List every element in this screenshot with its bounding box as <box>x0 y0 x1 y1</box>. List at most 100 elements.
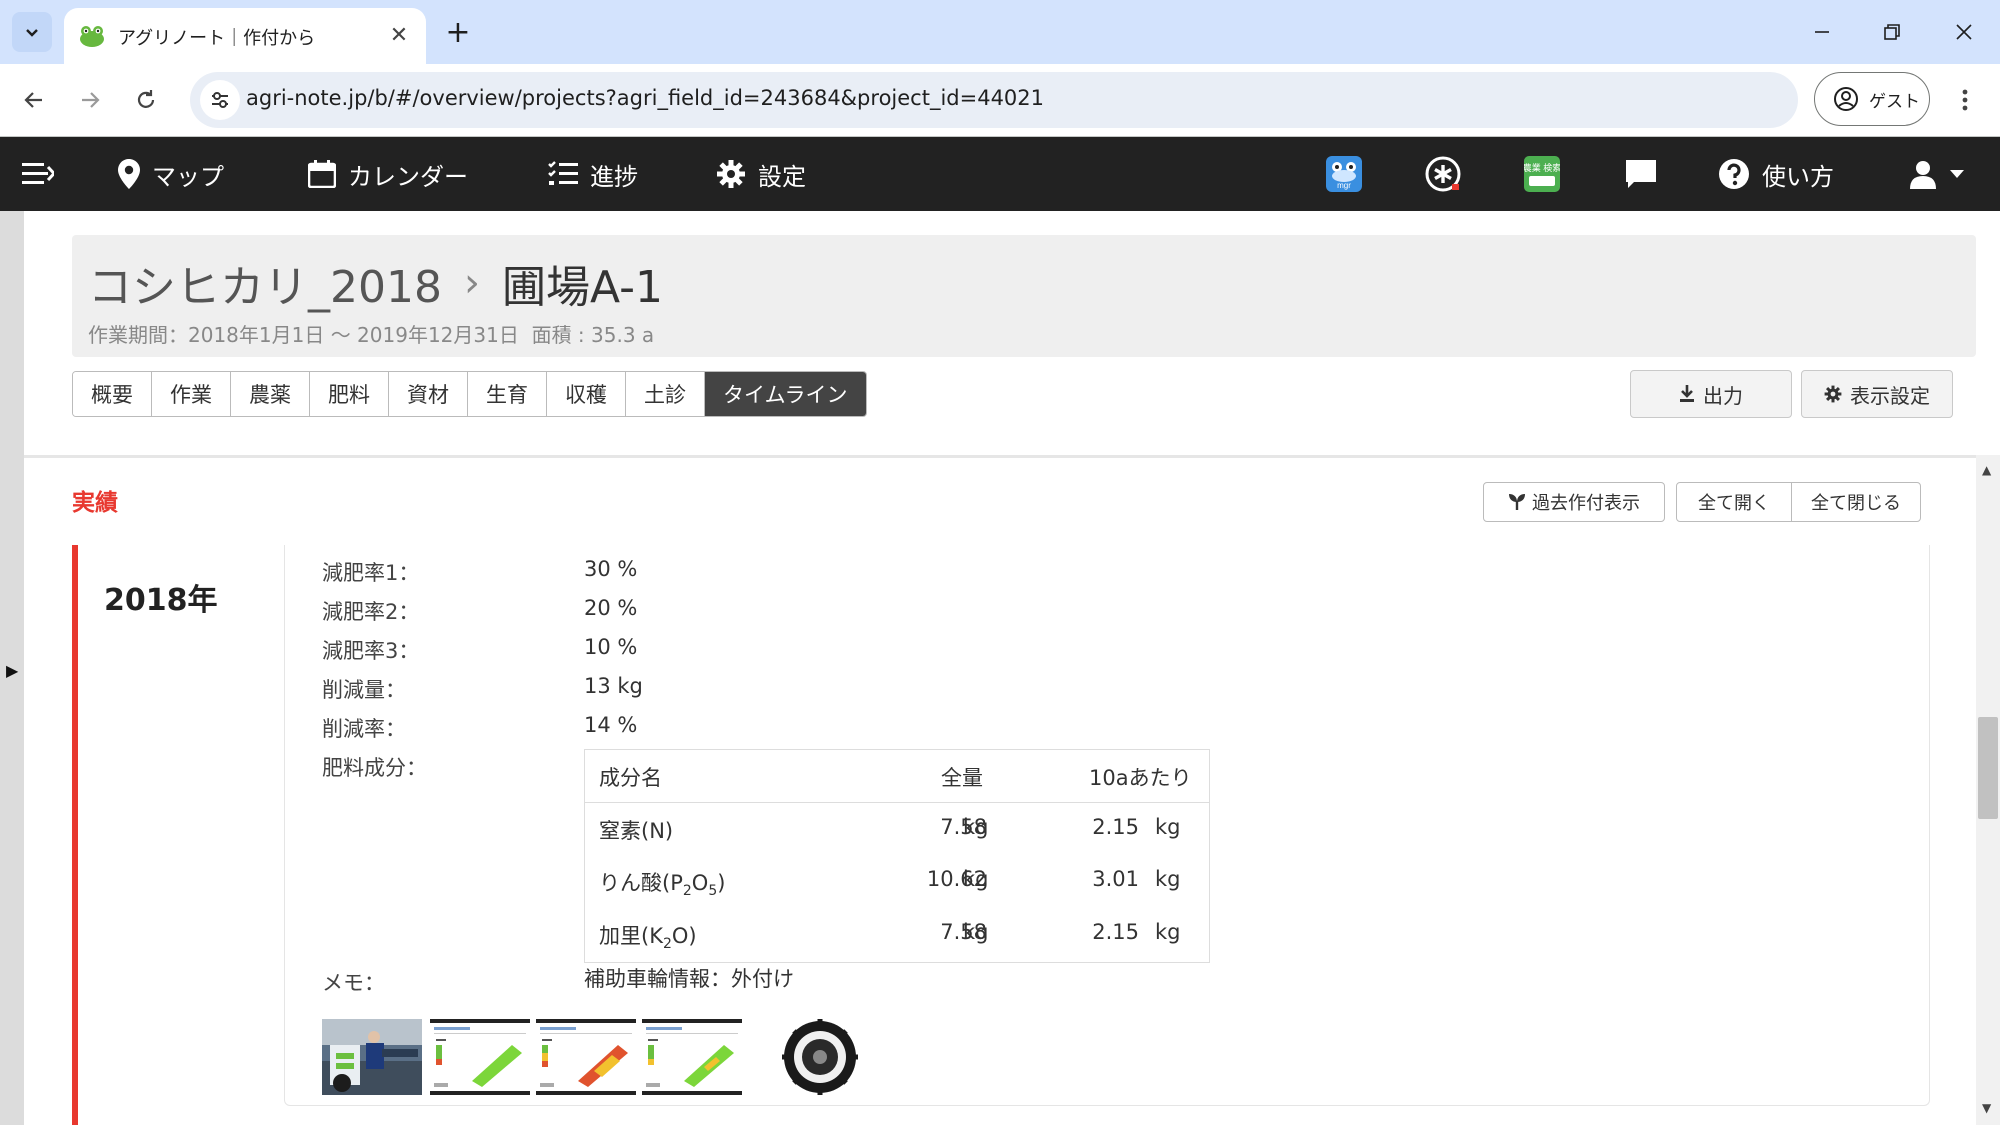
work-period: 作業期間：2018年1月1日 ～ 2019年12月31日 <box>88 323 519 347</box>
browser-toolbar: agri-note.jp/b/#/overview/projects?agri_… <box>0 64 2000 136</box>
agri-search-app-button[interactable]: 農業 検索 <box>1524 137 1560 211</box>
close-window-button[interactable] <box>1934 10 1994 54</box>
address-bar[interactable]: agri-note.jp/b/#/overview/projects?agri_… <box>190 72 1798 128</box>
new-tab-button[interactable]: + <box>440 14 476 50</box>
chevron-right-icon: › <box>463 260 480 306</box>
asterisk-circle-icon <box>1425 156 1461 192</box>
close-all-label: 全て閉じる <box>1811 493 1901 514</box>
question-circle-icon <box>1719 159 1749 189</box>
detail-label: 削減量： <box>322 678 406 702</box>
restore-icon <box>1884 24 1900 40</box>
page-scrollbar[interactable]: ▲ ▼ <box>1976 455 2000 1125</box>
section-title: 実績 <box>72 490 118 516</box>
crop-name[interactable]: コシヒカリ_2018 <box>88 251 442 315</box>
tab-fertilizer[interactable]: 肥料 <box>310 372 389 416</box>
map-thumbnail-3[interactable] <box>642 1019 742 1095</box>
nav-item-settings[interactable]: 設定 <box>716 137 806 211</box>
tab-overview[interactable]: 概要 <box>73 372 152 416</box>
expand-panel-icon[interactable]: ▶ <box>6 661 18 680</box>
detail-label: 減肥率3： <box>322 639 420 663</box>
detail-value: 10 % <box>584 635 638 659</box>
mgr-frog-icon: mgr <box>1326 156 1362 192</box>
map-screenshot <box>642 1023 742 1091</box>
help-label: 使い方 <box>1762 162 1834 191</box>
open-all-button[interactable]: 全て開く <box>1676 482 1792 522</box>
chat-bubble-icon <box>1626 160 1656 188</box>
tab-soil[interactable]: 土診 <box>626 372 705 416</box>
profile-label: ゲスト <box>1869 91 1920 112</box>
mgr-app-button[interactable]: mgr <box>1326 137 1362 211</box>
minimize-window-button[interactable] <box>1792 10 1852 54</box>
project-tabs: 概要 作業 農薬 肥料 資材 生育 収穫 土診 タイムライン <box>72 371 867 417</box>
tab-timeline[interactable]: タイムライン <box>705 372 866 416</box>
site-info-button[interactable] <box>200 80 240 120</box>
photo-thumbnail-wheel[interactable] <box>770 1019 868 1095</box>
caret-down-icon <box>1950 170 1964 178</box>
gear-icon <box>1824 385 1842 403</box>
component-name-text: O <box>691 871 709 895</box>
close-tab-icon[interactable]: ✕ <box>388 23 410 48</box>
export-label: 出力 <box>1703 383 1743 408</box>
back-button[interactable] <box>14 80 54 120</box>
reload-icon <box>137 90 155 108</box>
header-per-10a: 10aあたり <box>1089 766 1192 790</box>
photo-thumbnail-tractor[interactable] <box>322 1019 422 1095</box>
reload-button[interactable] <box>126 80 166 120</box>
more-vert-icon <box>1962 89 1968 111</box>
project-period: 作業期間：2018年1月1日 ～ 2019年12月31日 面積 : 35.3 a <box>88 319 654 348</box>
arrow-left-icon <box>24 92 42 108</box>
forward-button[interactable] <box>70 80 110 120</box>
browser-menu-button[interactable] <box>1950 80 1980 120</box>
tab-growth[interactable]: 生育 <box>468 372 547 416</box>
scrollbar-thumb[interactable] <box>1978 717 1998 819</box>
tab-work[interactable]: 作業 <box>152 372 231 416</box>
nav-item-progress[interactable]: 進捗 <box>548 137 638 211</box>
browser-tab[interactable]: アグリノート｜作付から ✕ <box>64 8 426 64</box>
help-button[interactable]: 使い方 <box>1718 137 1834 211</box>
per10a-value: 3.01 <box>1092 867 1139 891</box>
component-name-text: ) <box>717 871 726 895</box>
component-name-text: 加里(K <box>599 924 663 948</box>
tab-search-button[interactable] <box>12 12 52 52</box>
past-crops-label: 過去作付表示 <box>1532 493 1640 514</box>
sidebar-toggle-button[interactable] <box>22 137 54 211</box>
profile-button[interactable]: ゲスト <box>1814 72 1930 126</box>
detail-label: 減肥率2： <box>322 600 420 624</box>
open-all-label: 全て開く <box>1698 493 1770 514</box>
per10a-value: 2.15 <box>1092 920 1139 944</box>
side-panel-rail[interactable]: ▶ <box>0 211 24 1125</box>
agri-search-label: 農業 検索 <box>1524 162 1560 173</box>
export-button[interactable]: 出力 <box>1630 370 1792 418</box>
detail-value: 14 % <box>584 713 638 737</box>
component-name: りん酸(P2O5) <box>599 867 725 899</box>
nav-item-calendar[interactable]: カレンダー <box>308 137 468 211</box>
scroll-down-icon[interactable]: ▼ <box>1982 1101 1991 1115</box>
tab-harvest[interactable]: 収穫 <box>547 372 626 416</box>
user-menu-button[interactable] <box>1908 137 1964 211</box>
main-content: コシヒカリ_2018 › 圃場A-1 作業期間：2018年1月1日 ～ 2019… <box>24 211 1976 1125</box>
restore-window-button[interactable] <box>1862 10 1922 54</box>
tab-pesticide[interactable]: 農薬 <box>231 372 310 416</box>
scroll-up-icon[interactable]: ▲ <box>1982 463 1991 477</box>
asterisk-app-button[interactable] <box>1424 137 1462 211</box>
tab-materials[interactable]: 資材 <box>389 372 468 416</box>
detail-label: 減肥率1： <box>322 561 420 585</box>
header-component: 成分名 <box>599 766 662 790</box>
tune-icon <box>212 92 228 108</box>
nav-item-settings-label: 設定 <box>758 162 806 191</box>
close-all-button[interactable]: 全て閉じる <box>1791 482 1921 522</box>
map-thumbnail-1[interactable] <box>430 1019 530 1095</box>
nav-item-map-label: マップ <box>152 162 224 191</box>
field-area: 面積 : 35.3 a <box>531 323 655 347</box>
past-crops-button[interactable]: 過去作付表示 <box>1483 482 1665 522</box>
total-unit: kg <box>963 920 989 944</box>
per10a-unit: kg <box>1155 920 1181 944</box>
nav-item-map[interactable]: マップ <box>118 137 224 211</box>
display-settings-button[interactable]: 表示設定 <box>1801 370 1953 418</box>
detail-value: 13 kg <box>584 674 643 698</box>
header-total: 全量 <box>941 766 983 790</box>
tractor-photo <box>322 1019 422 1095</box>
messages-button[interactable] <box>1624 137 1658 211</box>
map-thumbnail-2[interactable] <box>536 1019 636 1095</box>
app-navbar: マップ カレンダー 進捗 設定 mgr 農業 検索 使い方 <box>0 137 2000 211</box>
